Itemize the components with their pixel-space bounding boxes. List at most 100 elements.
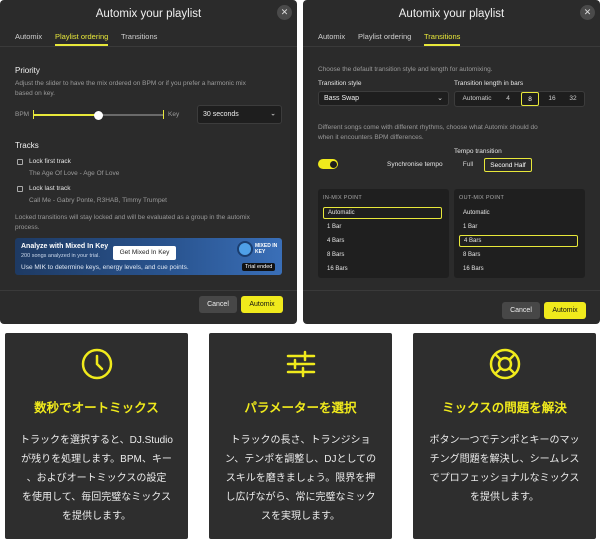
close-button[interactable]: ✕ — [277, 5, 292, 20]
toggle-knob — [329, 160, 337, 168]
close-button[interactable]: ✕ — [580, 5, 595, 20]
slider-right-tick — [163, 110, 164, 119]
priority-slider[interactable] — [33, 110, 163, 120]
lock-first-checkbox[interactable] — [17, 159, 23, 165]
feature-line: し広げながら、常に完璧なミック — [225, 492, 376, 503]
out-mix-option[interactable]: 1 Bar — [459, 221, 578, 233]
promo-body: Use MIK to determine keys, energy levels… — [21, 264, 189, 271]
transitions-intro: Choose the default transition style and … — [318, 66, 493, 73]
priority-description-line1: Adjust the slider to have the mix ordere… — [15, 80, 246, 87]
automix-button[interactable]: Automix — [241, 296, 283, 313]
tab-playlist-ordering[interactable]: Playlist ordering — [358, 32, 411, 41]
feature-line: を提供します。 — [470, 492, 539, 503]
close-icon: ✕ — [280, 7, 289, 17]
tempo-option-full[interactable]: Full — [460, 158, 476, 172]
automix-dialog-transitions: Automix your playlist ✕ Automix Playlist… — [303, 0, 600, 324]
length-option-8[interactable]: 8 — [521, 92, 539, 106]
feature-line: スを実現します。 — [261, 511, 340, 522]
feature-description: トラックの長さ、トランジショ ン、テンポを調整し、DJとしての スキルを磨きまし… — [221, 431, 380, 526]
bpm-label: BPM — [15, 111, 30, 118]
automix-button[interactable]: Automix — [544, 302, 586, 319]
tabs-divider — [303, 46, 600, 47]
length-option-automatic[interactable]: Automatic — [458, 92, 496, 106]
lock-first-label: Lock first track — [29, 158, 71, 165]
length-option-32[interactable]: 32 — [565, 92, 581, 106]
out-mix-option[interactable]: 16 Bars — [459, 263, 578, 275]
in-mix-point-panel: IN-MIX POINT Automatic 1 Bar 4 Bars 8 Ba… — [318, 189, 449, 278]
priority-description-line2: based on key. — [15, 89, 55, 97]
feature-line: ボタン一つでテンポとキーのマッ — [429, 435, 580, 446]
trial-ended-badge: Trial ended — [242, 263, 276, 271]
out-mix-option[interactable]: Automatic — [459, 207, 578, 219]
locked-note-line2: process. — [15, 223, 40, 231]
mik-logo-icon — [237, 241, 253, 257]
sliders-icon — [209, 347, 392, 381]
tab-transitions[interactable]: Transitions — [121, 32, 157, 41]
cancel-button[interactable]: Cancel — [199, 296, 237, 313]
in-mix-option[interactable]: 8 Bars — [323, 249, 442, 261]
feature-line: 、およびオートミックスの設定 — [26, 473, 167, 484]
feature-title: パラメーターを選択 — [244, 401, 357, 415]
tabs-divider — [0, 46, 297, 47]
tempo-option-second-half[interactable]: Second Half — [484, 158, 532, 172]
feature-line: を使用して、毎回完璧なミックス — [22, 492, 171, 503]
lock-last-subtitle: Call Me - Gabry Ponte, R3HAB, Timmy Trum… — [29, 197, 167, 204]
chevron-down-icon: ⌄ — [270, 110, 276, 118]
promo-title: Analyze with Mixed In Key — [21, 243, 109, 250]
sync-tempo-label: Synchronise tempo — [387, 161, 443, 168]
duration-select[interactable]: 30 seconds ⌄ — [197, 105, 282, 124]
transition-length-segmented: Automatic 4 8 16 32 — [454, 91, 585, 107]
feature-line: が残りを処理します。BPM、キー — [21, 454, 172, 465]
feature-line: ン、テンポを調整し、DJとしての — [224, 454, 377, 465]
sync-tempo-toggle[interactable] — [318, 159, 338, 169]
close-icon: ✕ — [583, 7, 592, 17]
tempo-transition-label: Tempo transition — [454, 148, 502, 155]
clock-icon — [5, 347, 188, 381]
bpm-note-line2: when it encounters BPM differences. — [318, 133, 424, 141]
transition-style-select[interactable]: Bass Swap ⌄ — [318, 91, 449, 106]
tab-transitions[interactable]: Transitions — [424, 32, 461, 46]
feature-card-parameters: パラメーターを選択 トラックの長さ、トランジショ ン、テンポを調整し、DJとして… — [209, 333, 392, 539]
bpm-note-line1: Different songs come with different rhyt… — [318, 124, 538, 131]
tab-automix[interactable]: Automix — [318, 32, 345, 41]
feature-line: チング問題を解決し、シームレス — [429, 454, 580, 465]
slider-fill — [33, 114, 98, 116]
in-mix-option[interactable]: 1 Bar — [323, 221, 442, 233]
chevron-down-icon: ⌄ — [437, 94, 443, 102]
get-mik-button[interactable]: Get Mixed In Key — [113, 246, 176, 260]
feature-card-fix-problems: ミックスの問題を解決 ボタン一つでテンポとキーのマッ チング問題を解決し、シーム… — [413, 333, 596, 539]
in-mix-option[interactable]: Automatic — [323, 207, 442, 219]
transition-style-label: Transition style — [318, 80, 362, 87]
feature-line: でプロフェッショナルなミックス — [429, 473, 580, 484]
out-mix-option[interactable]: 8 Bars — [459, 249, 578, 261]
lifebuoy-icon — [413, 347, 596, 381]
feature-line: トラックを選択すると、DJ.Studio — [20, 435, 173, 446]
in-mix-option[interactable]: 16 Bars — [323, 263, 442, 275]
key-label: Key — [168, 111, 180, 118]
in-mix-option[interactable]: 4 Bars — [323, 235, 442, 247]
mik-promo-banner: Analyze with Mixed In Key 200 songs anal… — [15, 238, 282, 275]
priority-description: Adjust the slider to have the mix ordere… — [15, 79, 285, 98]
feature-line: スキルを磨きましょう。限界を押 — [225, 473, 376, 484]
cancel-button[interactable]: Cancel — [502, 302, 540, 319]
dialog-title: Automix your playlist — [398, 8, 505, 20]
feature-line: を提供します。 — [62, 511, 131, 522]
lock-last-checkbox[interactable] — [17, 186, 23, 192]
tab-playlist-ordering[interactable]: Playlist ordering — [55, 32, 109, 46]
tracks-heading: Tracks — [15, 141, 39, 150]
duration-select-value: 30 seconds — [203, 111, 239, 118]
in-mix-heading: IN-MIX POINT — [323, 195, 363, 201]
feature-title: 数秒でオートミックス — [34, 401, 159, 415]
tab-automix[interactable]: Automix — [15, 32, 42, 41]
feature-description: トラックを選択すると、DJ.Studio が残りを処理します。BPM、キー 、お… — [17, 431, 176, 526]
length-option-16[interactable]: 16 — [544, 92, 560, 106]
footer-divider — [0, 290, 297, 291]
out-mix-option[interactable]: 4 Bars — [459, 235, 578, 247]
lock-first-subtitle: The Age Of Love - Age Of Love — [29, 170, 120, 177]
length-option-4[interactable]: 4 — [501, 92, 515, 106]
footer-divider — [303, 290, 600, 291]
transition-length-label: Transition length in bars — [454, 80, 524, 87]
slider-thumb[interactable] — [93, 110, 103, 120]
lock-last-label: Lock last track — [29, 185, 71, 192]
feature-description: ボタン一つでテンポとキーのマッ チング問題を解決し、シームレス でプロフェッショ… — [425, 431, 584, 507]
